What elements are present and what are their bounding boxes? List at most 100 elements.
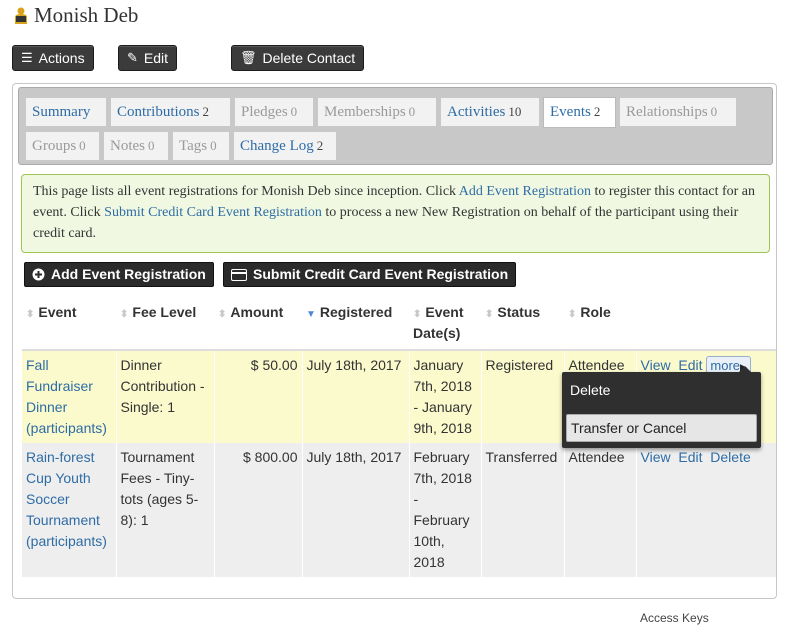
- tab-count: 0: [79, 138, 86, 153]
- add-event-registration-label: Add Event Registration: [51, 266, 206, 282]
- role-cell: Attendee: [564, 443, 637, 577]
- col-status[interactable]: ⬍ Status: [481, 299, 564, 351]
- amount-cell: $ 800.00: [214, 443, 303, 577]
- edit-link[interactable]: Edit: [678, 357, 702, 373]
- delete-contact-label: Delete Contact: [262, 50, 356, 66]
- actions-button[interactable]: ☰ Actions: [12, 45, 94, 71]
- view-link[interactable]: View: [641, 449, 671, 465]
- menu-item-transfer-or-cancel[interactable]: Transfer or Cancel: [566, 414, 757, 442]
- sort-icon: ⬍: [218, 309, 227, 320]
- add-event-registration-link[interactable]: Add Event Registration: [459, 184, 591, 199]
- actions-label: Actions: [38, 50, 85, 66]
- menu-icon: ☰: [21, 50, 33, 65]
- header-label: Status: [497, 304, 541, 320]
- delete-contact-button[interactable]: 🗑 Delete Contact: [231, 45, 365, 71]
- col-event[interactable]: ⬍ Event: [22, 299, 116, 351]
- event-cell: Fall Fundraiser Dinner (participants): [22, 350, 117, 443]
- tab-count: 2: [593, 104, 601, 119]
- sort-icon: ⬍: [485, 309, 494, 320]
- status-cell: Transferred: [481, 443, 565, 577]
- tab-count: 2: [316, 138, 324, 153]
- tab-notes[interactable]: Notes 0: [103, 131, 169, 161]
- sort-icon: ⬍: [568, 309, 577, 320]
- contact-name: Monish Deb: [34, 3, 139, 27]
- tab-label: Summary: [32, 104, 91, 120]
- tab-label: Memberships: [324, 104, 406, 120]
- add-event-registration-button[interactable]: Add Event Registration: [24, 262, 214, 287]
- registered-cell: July 18th, 2017: [302, 443, 410, 577]
- access-keys-hint[interactable]: Access Keys: [640, 611, 709, 625]
- tab-label: Relationships: [626, 104, 708, 120]
- registered-cell: July 18th, 2017: [302, 350, 410, 443]
- col-registered[interactable]: ▼ Registered: [302, 299, 409, 351]
- header-label: Event: [38, 304, 77, 320]
- edit-button[interactable]: ✎ Edit: [118, 45, 178, 71]
- tab-count: 0: [408, 104, 416, 119]
- event-link[interactable]: Rain-forest Cup Youth Soccer Tournament …: [26, 449, 107, 549]
- tab-label: Contributions: [117, 104, 200, 120]
- col-amount[interactable]: ⬍ Amount: [214, 299, 302, 351]
- pencil-icon: ✎: [127, 50, 138, 65]
- contact-title: Monish Deb: [14, 3, 138, 28]
- more-dropdown-menu: Delete Transfer or Cancel: [562, 366, 761, 448]
- event-link[interactable]: Fall Fundraiser Dinner (participants): [26, 357, 107, 436]
- tab-groups[interactable]: Groups 0: [25, 131, 100, 161]
- row-actions: View Edit Delete: [636, 443, 776, 577]
- tab-activities[interactable]: Activities 10: [440, 97, 540, 127]
- tab-memberships[interactable]: Memberships 0: [317, 97, 437, 127]
- tab-count: 0: [210, 138, 217, 153]
- credit-card-icon: [231, 268, 247, 281]
- submit-credit-card-registration-link[interactable]: Submit Credit Card Event Registration: [104, 205, 322, 220]
- dropdown-arrow: [739, 366, 751, 372]
- menu-item-delete[interactable]: Delete: [570, 382, 610, 398]
- more-label: more: [710, 358, 741, 373]
- tab-count: 0: [710, 104, 718, 119]
- status-cell: Registered: [481, 350, 565, 443]
- col-actions: [636, 299, 776, 351]
- tab-tags[interactable]: Tags 0: [172, 131, 230, 161]
- tab-label: Change Log: [240, 138, 314, 154]
- sort-icon: ⬍: [26, 309, 35, 320]
- tab-label: Pledges: [241, 104, 288, 120]
- person-icon: [15, 7, 27, 24]
- tab-pledges[interactable]: Pledges 0: [234, 97, 314, 127]
- tab-events[interactable]: Events 2: [543, 97, 616, 128]
- fee-level-cell: Dinner Contribution - Single: 1: [116, 350, 215, 443]
- col-event-dates[interactable]: ⬍ Event Date(s): [409, 299, 481, 351]
- tab-change-log[interactable]: Change Log 2: [233, 131, 337, 161]
- tab-count: 0: [290, 104, 298, 119]
- header-label: Registered: [319, 304, 393, 320]
- plus-circle-icon: [32, 268, 45, 281]
- tab-label: Notes: [110, 138, 145, 154]
- tab-label: Activities: [447, 104, 506, 120]
- header-label: Role: [580, 304, 611, 320]
- tab-label: Groups: [32, 138, 77, 154]
- col-role[interactable]: ⬍ Role: [564, 299, 636, 351]
- tab-bar: Summary Contributions 2 Pledges 0 Membersh…: [18, 87, 773, 165]
- edit-link[interactable]: Edit: [678, 449, 702, 465]
- submit-credit-card-button[interactable]: Submit Credit Card Event Registration: [223, 262, 517, 287]
- table-row: Rain-forest Cup Youth Soccer Tournament …: [22, 443, 776, 577]
- tab-contributions[interactable]: Contributions 2: [110, 97, 231, 127]
- delete-link[interactable]: Delete: [710, 449, 750, 465]
- sort-icon: ⬍: [413, 309, 422, 320]
- fee-level-cell: Tournament Fees - Tiny-tots (ages 5-8): …: [116, 443, 215, 577]
- event-dates-cell: February 7th, 2018 - February 10th, 2018: [409, 443, 482, 577]
- view-link[interactable]: View: [641, 357, 671, 373]
- header-label: Fee Level: [132, 304, 197, 320]
- tab-count: 0: [148, 138, 155, 153]
- tab-relationships[interactable]: Relationships 0: [619, 97, 737, 127]
- edit-label: Edit: [143, 50, 169, 66]
- trash-icon: 🗑: [240, 50, 257, 65]
- sort-desc-icon: ▼: [306, 309, 316, 320]
- header-label: Amount: [230, 304, 284, 320]
- tab-label: Events: [550, 104, 591, 120]
- tab-count: 10: [508, 104, 522, 119]
- contact-panel: Summary Contributions 2 Pledges 0 Membersh…: [12, 83, 777, 599]
- tab-count: 2: [202, 104, 210, 119]
- col-fee-level[interactable]: ⬍ Fee Level: [116, 299, 214, 351]
- amount-cell: $ 50.00: [214, 350, 303, 443]
- tab-label: Tags: [179, 138, 208, 154]
- help-text: This page lists all event registrations …: [33, 184, 459, 199]
- tab-summary[interactable]: Summary: [25, 97, 107, 127]
